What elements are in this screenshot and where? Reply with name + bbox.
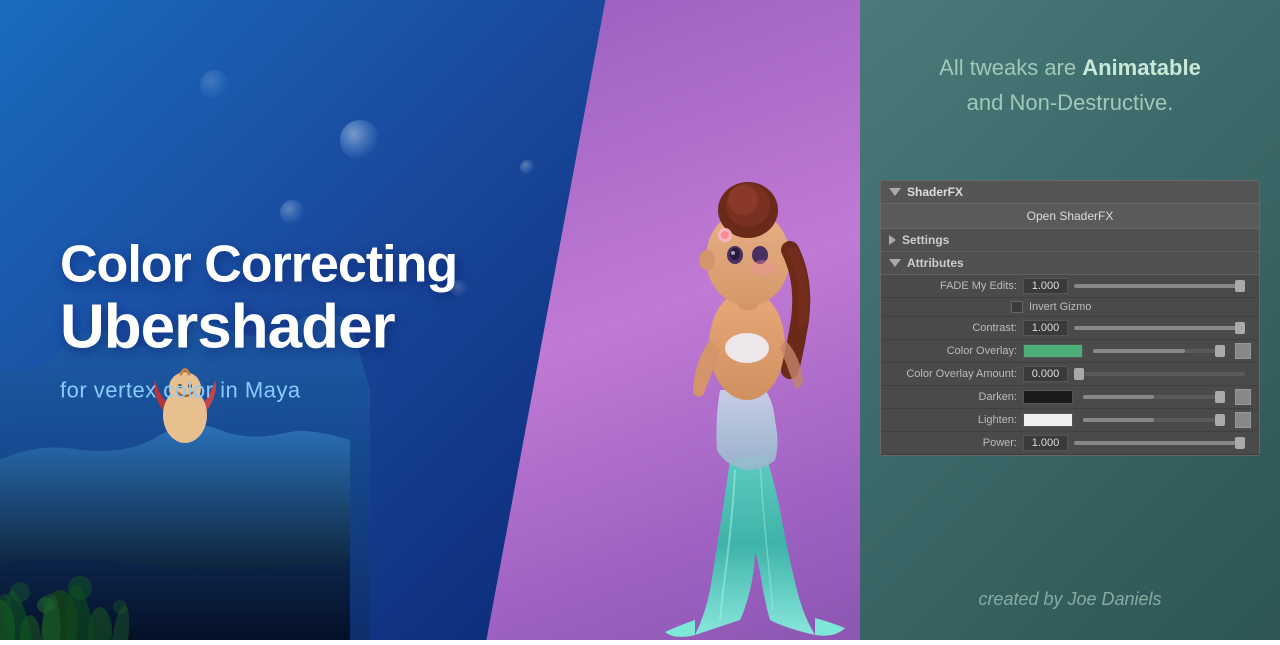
darken-label: Darken:: [897, 391, 1017, 403]
contrast-row: Contrast: 1.000: [881, 317, 1259, 340]
settings-label: Settings: [902, 233, 949, 247]
color-overlay-amount-slider[interactable]: [1074, 372, 1245, 376]
lighten-slider-handle: [1215, 414, 1225, 426]
animatable-text-suffix: and Non-Destructive.: [967, 90, 1174, 115]
fade-my-edits-slider-handle: [1235, 280, 1245, 292]
lighten-label: Lighten:: [897, 414, 1017, 426]
right-info-panel: All tweaks are Animatable and Non-Destru…: [860, 0, 1280, 640]
lighten-icon[interactable]: [1235, 412, 1251, 428]
darken-slider[interactable]: [1083, 395, 1225, 399]
lighten-row: Lighten:: [881, 409, 1259, 432]
darken-slider-fill: [1083, 395, 1154, 399]
animatable-bold: Animatable: [1082, 55, 1201, 80]
panel-collapse-icon: [889, 188, 901, 196]
color-overlay-slider-handle: [1215, 345, 1225, 357]
lighten-swatch[interactable]: [1023, 413, 1073, 427]
fade-my-edits-slider-fill: [1074, 284, 1236, 288]
power-slider-handle: [1235, 437, 1245, 449]
open-shaderfx-button[interactable]: Open ShaderFX: [881, 204, 1259, 229]
contrast-slider-handle: [1235, 322, 1245, 334]
animatable-description: All tweaks are Animatable and Non-Destru…: [860, 50, 1280, 120]
contrast-value[interactable]: 1.000: [1023, 320, 1068, 336]
color-overlay-label: Color Overlay:: [897, 345, 1017, 357]
title-line2: Ubershader: [60, 294, 457, 362]
invert-gizmo-checkbox[interactable]: [1011, 301, 1023, 313]
darken-row: Darken:: [881, 386, 1259, 409]
contrast-label: Contrast:: [897, 322, 1017, 334]
color-overlay-row: Color Overlay:: [881, 340, 1259, 363]
color-overlay-slider[interactable]: [1093, 349, 1225, 353]
color-overlay-slider-fill: [1093, 349, 1185, 353]
settings-section-header[interactable]: Settings: [881, 229, 1259, 252]
contrast-slider-fill: [1074, 326, 1236, 330]
fade-my-edits-value[interactable]: 1.000: [1023, 278, 1068, 294]
attributes-section-header[interactable]: Attributes: [881, 252, 1259, 275]
lighten-slider[interactable]: [1083, 418, 1225, 422]
panel-title: ShaderFX: [907, 185, 963, 199]
fade-my-edits-row: FADE My Edits: 1.000: [881, 275, 1259, 298]
animatable-text-prefix: All tweaks are: [939, 55, 1082, 80]
subtitle: for vertex color in Maya: [60, 378, 457, 404]
contrast-slider[interactable]: [1074, 326, 1245, 330]
color-overlay-icon[interactable]: [1235, 343, 1251, 359]
title-line1: Color Correcting: [60, 236, 457, 293]
color-overlay-amount-slider-handle: [1074, 368, 1084, 380]
color-overlay-amount-value[interactable]: 0.000: [1023, 366, 1068, 382]
power-slider-fill: [1074, 441, 1236, 445]
attributes-expand-icon: [889, 259, 901, 267]
panel-header[interactable]: ShaderFX: [881, 181, 1259, 204]
attributes-label: Attributes: [907, 256, 964, 270]
coral-bottom: [0, 560, 300, 640]
color-overlay-amount-row: Color Overlay Amount: 0.000: [881, 363, 1259, 386]
fade-my-edits-slider[interactable]: [1074, 284, 1245, 288]
darken-slider-handle: [1215, 391, 1225, 403]
darken-icon[interactable]: [1235, 389, 1251, 405]
main-text-block: Color Correcting Ubershader for vertex c…: [60, 236, 457, 403]
invert-gizmo-label: Invert Gizmo: [1029, 301, 1091, 313]
credit-text: created by Joe Daniels: [860, 589, 1280, 610]
lighten-slider-fill: [1083, 418, 1154, 422]
color-overlay-swatch[interactable]: [1023, 344, 1083, 358]
darken-swatch[interactable]: [1023, 390, 1073, 404]
mermaid-figure: [645, 80, 865, 640]
power-row: Power: 1.000: [881, 432, 1259, 455]
settings-expand-icon: [889, 235, 896, 245]
color-overlay-amount-label: Color Overlay Amount:: [897, 368, 1017, 380]
power-value[interactable]: 1.000: [1023, 435, 1068, 451]
invert-gizmo-row: Invert Gizmo: [881, 298, 1259, 317]
fade-my-edits-label: FADE My Edits:: [897, 280, 1017, 292]
power-slider[interactable]: [1074, 441, 1245, 445]
shaderfx-panel: ShaderFX Open ShaderFX Settings Attribut…: [880, 180, 1260, 456]
power-label: Power:: [897, 437, 1017, 449]
